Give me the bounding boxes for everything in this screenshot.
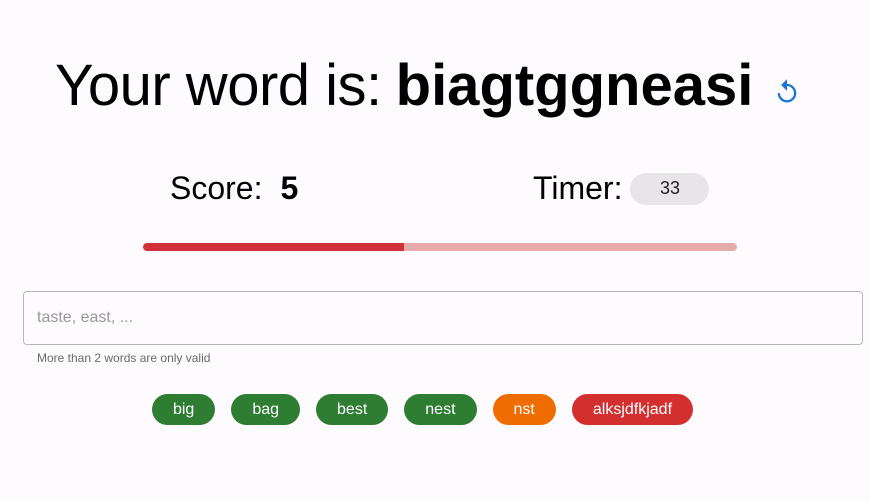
word-chip: big [151,394,216,425]
word-game-page: Your word is: biagtggneasi Score: 5 Time… [0,0,870,502]
input-helper-text: More than 2 words are only valid [37,351,211,365]
score-label: Score: [170,170,263,206]
word-chip: alksjdfkjadf [571,394,694,425]
word-chip: bag [231,394,301,425]
score: Score: 5 [170,170,298,207]
word-input-field[interactable] [23,291,863,345]
submitted-words: big bag best nest nst alksjdfkjadf [0,394,845,425]
score-value: 5 [280,170,299,206]
refresh-button[interactable] [771,76,803,108]
timer-value-chip: 33 [630,172,710,205]
word-chip: nst [492,394,556,425]
timer-progress-fill [143,243,405,251]
current-word: biagtggneasi [395,53,754,118]
word-chip: best [316,394,389,425]
timer: Timer: 33 [533,170,710,207]
word-input[interactable] [24,292,862,344]
word-chip: nest [404,394,477,425]
refresh-icon [777,79,797,103]
title-prefix: Your word is: [55,53,382,118]
title: Your word is: biagtggneasi [55,52,753,119]
timer-progress-bar [143,243,737,251]
timer-label: Timer: [533,170,623,206]
